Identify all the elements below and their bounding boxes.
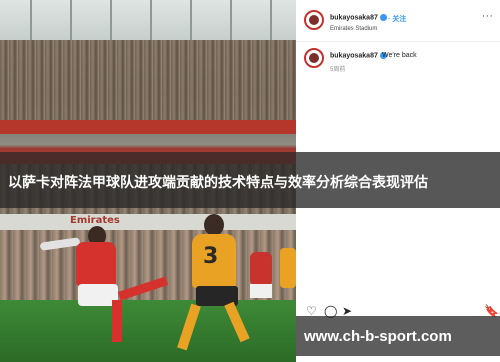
roof-strut xyxy=(70,0,72,40)
post-location[interactable]: Emirates Stadium xyxy=(330,26,377,32)
avatar[interactable] xyxy=(304,10,324,30)
stadium-banner xyxy=(0,120,296,134)
wolves-player xyxy=(280,248,296,288)
avatar[interactable] xyxy=(304,48,324,68)
roof-strut xyxy=(270,0,272,40)
article-title: 以萨卡对阵法甲球队进攻端贡献的技术特点与效率分析综合表现评估 xyxy=(8,175,428,191)
emirates-board xyxy=(0,214,296,230)
watermark: www.ch-b-sport.com xyxy=(304,328,452,345)
username[interactable]: bukayosaka87 xyxy=(330,14,387,21)
roof-strut xyxy=(190,0,192,40)
post-time: 5周前 xyxy=(330,67,346,73)
shirt-number: 3 xyxy=(203,244,219,269)
username-text[interactable]: bukayosaka87 xyxy=(330,14,378,21)
player-shorts xyxy=(250,284,272,298)
roof-strut xyxy=(110,0,112,40)
player-leg xyxy=(112,300,122,342)
verified-icon xyxy=(379,14,387,21)
follow-button[interactable]: · 关注 xyxy=(388,14,406,24)
roof-strut xyxy=(230,0,232,40)
post-caption: We're back xyxy=(382,52,417,59)
username-text[interactable]: bukayosaka87 xyxy=(330,52,378,59)
roof-strut xyxy=(150,0,152,40)
pitch xyxy=(0,300,296,362)
roof-strut xyxy=(30,0,32,40)
arsenal-player xyxy=(250,252,272,286)
player-head xyxy=(204,214,224,236)
emirates-board-text: Emirates xyxy=(70,215,120,226)
more-options-icon[interactable]: ··· xyxy=(482,12,494,22)
stadium-roof xyxy=(0,0,296,40)
crowd-upper xyxy=(0,40,296,120)
caption-username[interactable]: bukayosaka87 xyxy=(330,52,387,59)
arsenal-player xyxy=(76,242,116,286)
